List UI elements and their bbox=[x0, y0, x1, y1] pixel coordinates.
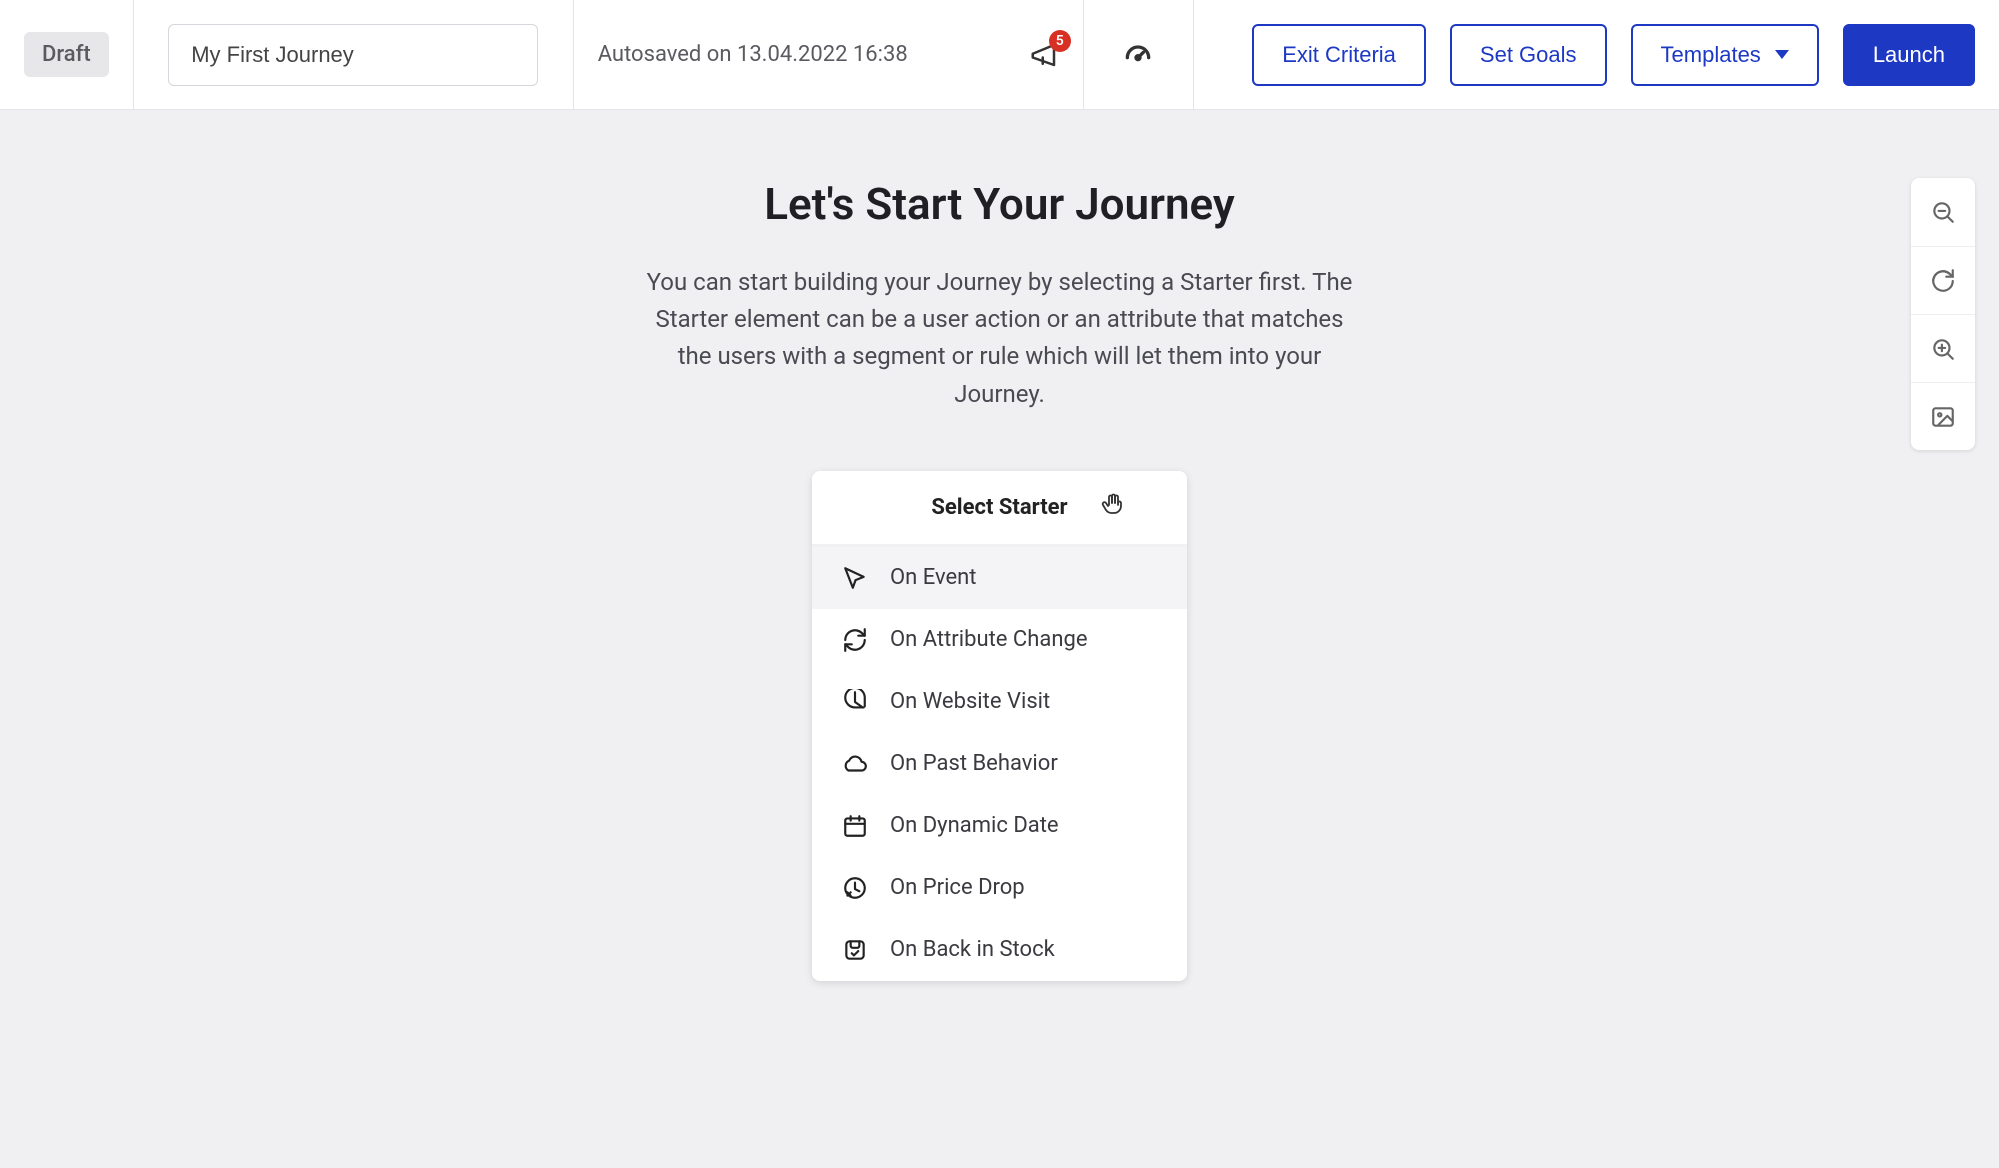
starter-list: On Event On Attribute Change On Website … bbox=[812, 547, 1187, 981]
starter-item-label: On Website Visit bbox=[890, 689, 1050, 714]
starter-item-on-dynamic-date[interactable]: On Dynamic Date bbox=[812, 795, 1187, 857]
image-icon bbox=[1930, 404, 1956, 430]
cloud-icon bbox=[842, 751, 868, 777]
cursor-icon bbox=[842, 565, 868, 591]
starter-item-on-website-visit[interactable]: On Website Visit bbox=[812, 671, 1187, 733]
reset-zoom-button[interactable] bbox=[1911, 246, 1975, 314]
zoom-in-icon bbox=[1930, 336, 1956, 362]
starter-item-label: On Price Drop bbox=[890, 875, 1025, 900]
stock-icon bbox=[842, 937, 868, 963]
starter-item-on-attribute-change[interactable]: On Attribute Change bbox=[812, 609, 1187, 671]
price-drop-icon bbox=[842, 875, 868, 901]
starter-header-label: Select Starter bbox=[931, 495, 1067, 520]
autosave-text: Autosaved on 13.04.2022 16:38 bbox=[598, 42, 908, 67]
zoom-out-button[interactable] bbox=[1911, 178, 1975, 246]
starter-item-on-back-in-stock[interactable]: On Back in Stock bbox=[812, 919, 1187, 981]
exit-criteria-button[interactable]: Exit Criteria bbox=[1252, 24, 1426, 86]
page-subtitle: You can start building your Journey by s… bbox=[640, 264, 1360, 413]
gauge-icon bbox=[1122, 39, 1154, 71]
starter-item-on-event[interactable]: On Event bbox=[812, 547, 1187, 609]
refresh-icon bbox=[1930, 268, 1956, 294]
zoom-in-button[interactable] bbox=[1911, 314, 1975, 382]
set-goals-label: Set Goals bbox=[1480, 42, 1577, 68]
exit-criteria-label: Exit Criteria bbox=[1282, 42, 1396, 68]
hand-cursor-icon bbox=[1101, 492, 1125, 522]
starter-item-on-price-drop[interactable]: On Price Drop bbox=[812, 857, 1187, 919]
zoom-out-icon bbox=[1930, 199, 1956, 225]
image-button[interactable] bbox=[1911, 382, 1975, 450]
templates-button[interactable]: Templates bbox=[1631, 24, 1819, 86]
starter-item-label: On Event bbox=[890, 565, 977, 590]
actions-cell: Exit Criteria Set Goals Templates Launch bbox=[1194, 0, 1999, 109]
zoom-tools bbox=[1911, 178, 1975, 450]
journey-name-input[interactable] bbox=[168, 24, 538, 86]
hero: Let's Start Your Journey You can start b… bbox=[0, 178, 1999, 413]
status-cell: Draft bbox=[0, 0, 134, 109]
launch-button[interactable]: Launch bbox=[1843, 24, 1975, 86]
pie-icon bbox=[842, 689, 868, 715]
notifications-button[interactable]: 5 bbox=[1029, 40, 1059, 70]
chevron-down-icon bbox=[1775, 50, 1789, 59]
starter-item-label: On Past Behavior bbox=[890, 751, 1058, 776]
autosave-cell: Autosaved on 13.04.2022 16:38 5 bbox=[574, 0, 1084, 109]
starter-card: Select Starter On Event On Attribute Cha… bbox=[812, 471, 1187, 981]
templates-label: Templates bbox=[1661, 42, 1761, 68]
set-goals-button[interactable]: Set Goals bbox=[1450, 24, 1607, 86]
launch-label: Launch bbox=[1873, 42, 1945, 68]
starter-item-label: On Dynamic Date bbox=[890, 813, 1059, 838]
starter-item-label: On Back in Stock bbox=[890, 937, 1055, 962]
refresh-icon bbox=[842, 627, 868, 653]
page-title: Let's Start Your Journey bbox=[0, 178, 1999, 230]
journey-name-cell bbox=[134, 0, 574, 109]
notification-count-badge: 5 bbox=[1049, 30, 1071, 52]
starter-item-label: On Attribute Change bbox=[890, 627, 1087, 652]
top-bar: Draft Autosaved on 13.04.2022 16:38 5 Ex… bbox=[0, 0, 1999, 110]
calendar-icon bbox=[842, 813, 868, 839]
starter-item-on-past-behavior[interactable]: On Past Behavior bbox=[812, 733, 1187, 795]
starter-header[interactable]: Select Starter bbox=[812, 471, 1187, 547]
status-chip: Draft bbox=[24, 32, 109, 77]
speed-cell[interactable] bbox=[1084, 0, 1194, 109]
